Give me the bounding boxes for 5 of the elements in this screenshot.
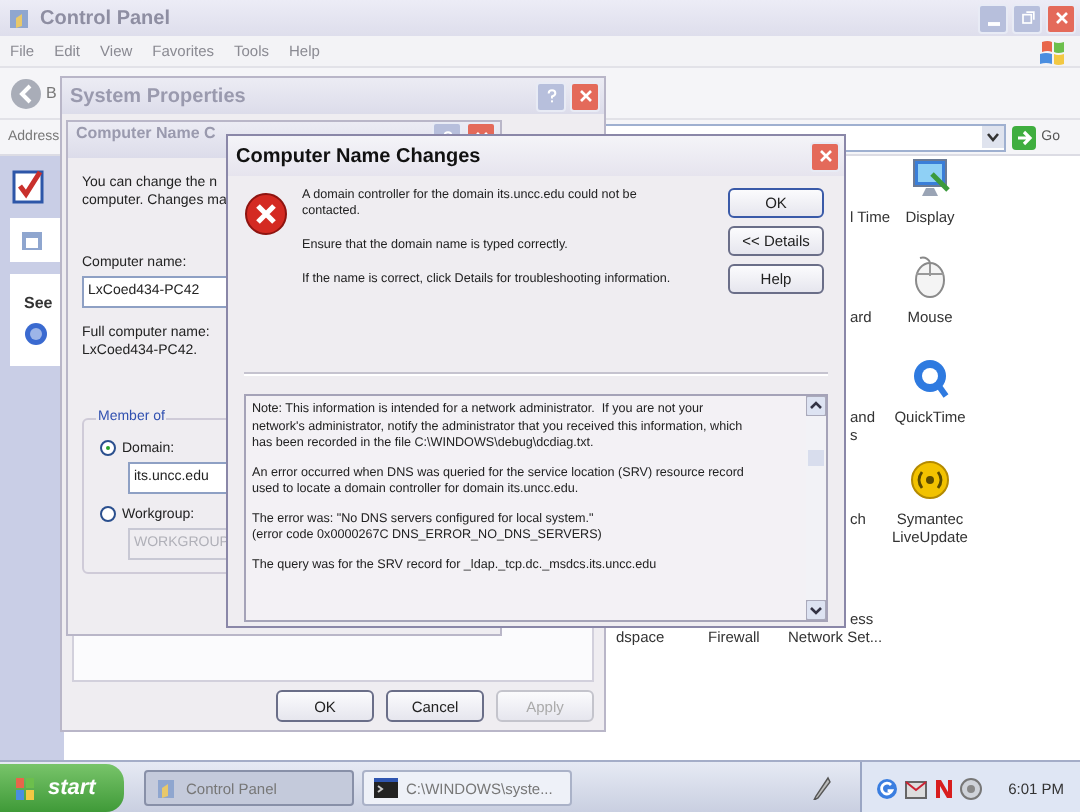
window-title: System Properties <box>70 85 248 107</box>
window-title: Computer Name Changes <box>236 145 483 167</box>
panel-heading: See <box>24 294 53 312</box>
window-title: Control Panel <box>40 7 173 29</box>
window-title: Computer Name C <box>76 124 218 142</box>
